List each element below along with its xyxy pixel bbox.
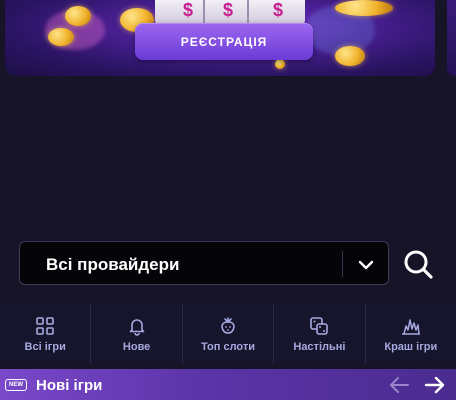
slot-reel: $: [182, 0, 193, 20]
new-games-header: NEW Нові ігри: [0, 369, 456, 400]
promo-banner[interactable]: $ $ $ РЕЄСТРАЦІЯ: [5, 0, 435, 76]
grid-icon: [36, 317, 55, 335]
slot-reel: $: [272, 0, 283, 20]
tab-label: Топ слоти: [201, 341, 256, 353]
tab-label: Настільні: [293, 341, 346, 353]
reel-divider: [247, 0, 249, 24]
tab-label: Нове: [122, 341, 151, 353]
explosion-icon: [401, 319, 420, 335]
new-badge: NEW: [5, 379, 27, 391]
coin-decoration: [335, 0, 393, 16]
coin-decoration: [48, 28, 74, 46]
arrow-right-icon[interactable]: [424, 375, 446, 395]
game-category-tabs: Всі ігри Нове Топ слоти Настільні Краш і…: [0, 304, 456, 364]
coin-decoration: [65, 6, 91, 26]
chevron-down-icon: [358, 260, 374, 270]
tab-table-games[interactable]: Настільні: [274, 304, 366, 364]
tab-all-games[interactable]: Всі ігри: [0, 304, 92, 364]
coin-decoration: [275, 59, 285, 69]
dice-icon: [310, 317, 329, 335]
tab-label: Краш ігри: [384, 341, 438, 353]
reel-divider: [203, 0, 205, 24]
slot-reel: $: [222, 0, 233, 20]
bell-icon: [129, 319, 144, 336]
tab-new[interactable]: Нове: [91, 304, 183, 364]
search-icon[interactable]: [402, 248, 434, 280]
next-banner-edge[interactable]: [447, 0, 456, 76]
dropdown-separator: [342, 251, 343, 277]
provider-dropdown-value: Всі провайдери: [46, 255, 180, 274]
register-button[interactable]: РЕЄСТРАЦІЯ: [135, 23, 313, 60]
tab-crash-games[interactable]: Краш ігри: [366, 304, 456, 364]
provider-dropdown[interactable]: Всі провайдери: [19, 241, 389, 285]
strawberry-icon: [221, 317, 235, 334]
tab-top-slots[interactable]: Топ слоти: [183, 304, 275, 364]
arrow-left-icon[interactable]: [388, 375, 410, 395]
tab-label: Всі ігри: [24, 341, 66, 353]
coin-decoration: [335, 46, 365, 66]
section-title: Нові ігри: [36, 377, 103, 394]
